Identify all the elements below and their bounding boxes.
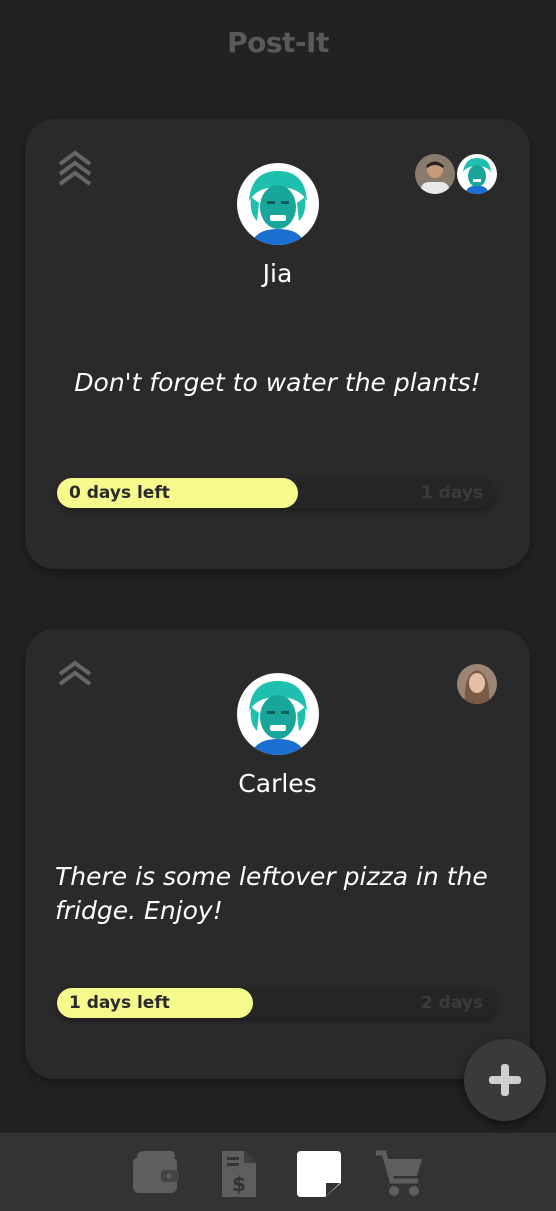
note-text: There is some leftover pizza in the frid… [55,862,488,925]
total-days-label: 2 days [420,993,483,1013]
svg-text:$: $ [232,1172,246,1196]
watcher-man-avatar[interactable] [414,153,456,195]
priority-chevrons-icon[interactable] [57,659,93,699]
expiry-progress-bar: 0 days left 1 days [57,478,497,508]
note-card[interactable]: Jia Don't forget to water the plants! 0 … [25,119,530,569]
note-text: Don't forget to water the plants! [74,368,481,397]
author-name: Carles [238,769,317,798]
app-title: Post-It [227,26,329,59]
author-name: Jia [262,259,293,288]
total-days-label: 1 days [420,483,483,503]
priority-chevrons-icon[interactable] [57,149,93,189]
note-icon[interactable] [293,1149,343,1199]
watchers-list [414,153,498,195]
bottom-nav: $ [0,1133,556,1211]
add-note-button[interactable] [464,1039,546,1121]
days-left-label: 0 days left [69,483,170,503]
cart-icon[interactable] [374,1149,424,1199]
author-avatar [237,673,319,755]
watcher-woman-avatar[interactable] [456,663,498,705]
bill-icon[interactable]: $ [214,1149,264,1199]
note-card[interactable]: Carles There is some leftover pizza in t… [25,629,530,1079]
watchers-list [456,663,498,705]
expiry-progress-bar: 1 days left 2 days [57,988,497,1018]
watcher-jia-avatar[interactable] [456,153,498,195]
author-avatar [237,163,319,245]
days-left-label: 1 days left [69,993,170,1013]
wallet-icon[interactable] [131,1149,181,1199]
plus-icon [489,1064,521,1096]
